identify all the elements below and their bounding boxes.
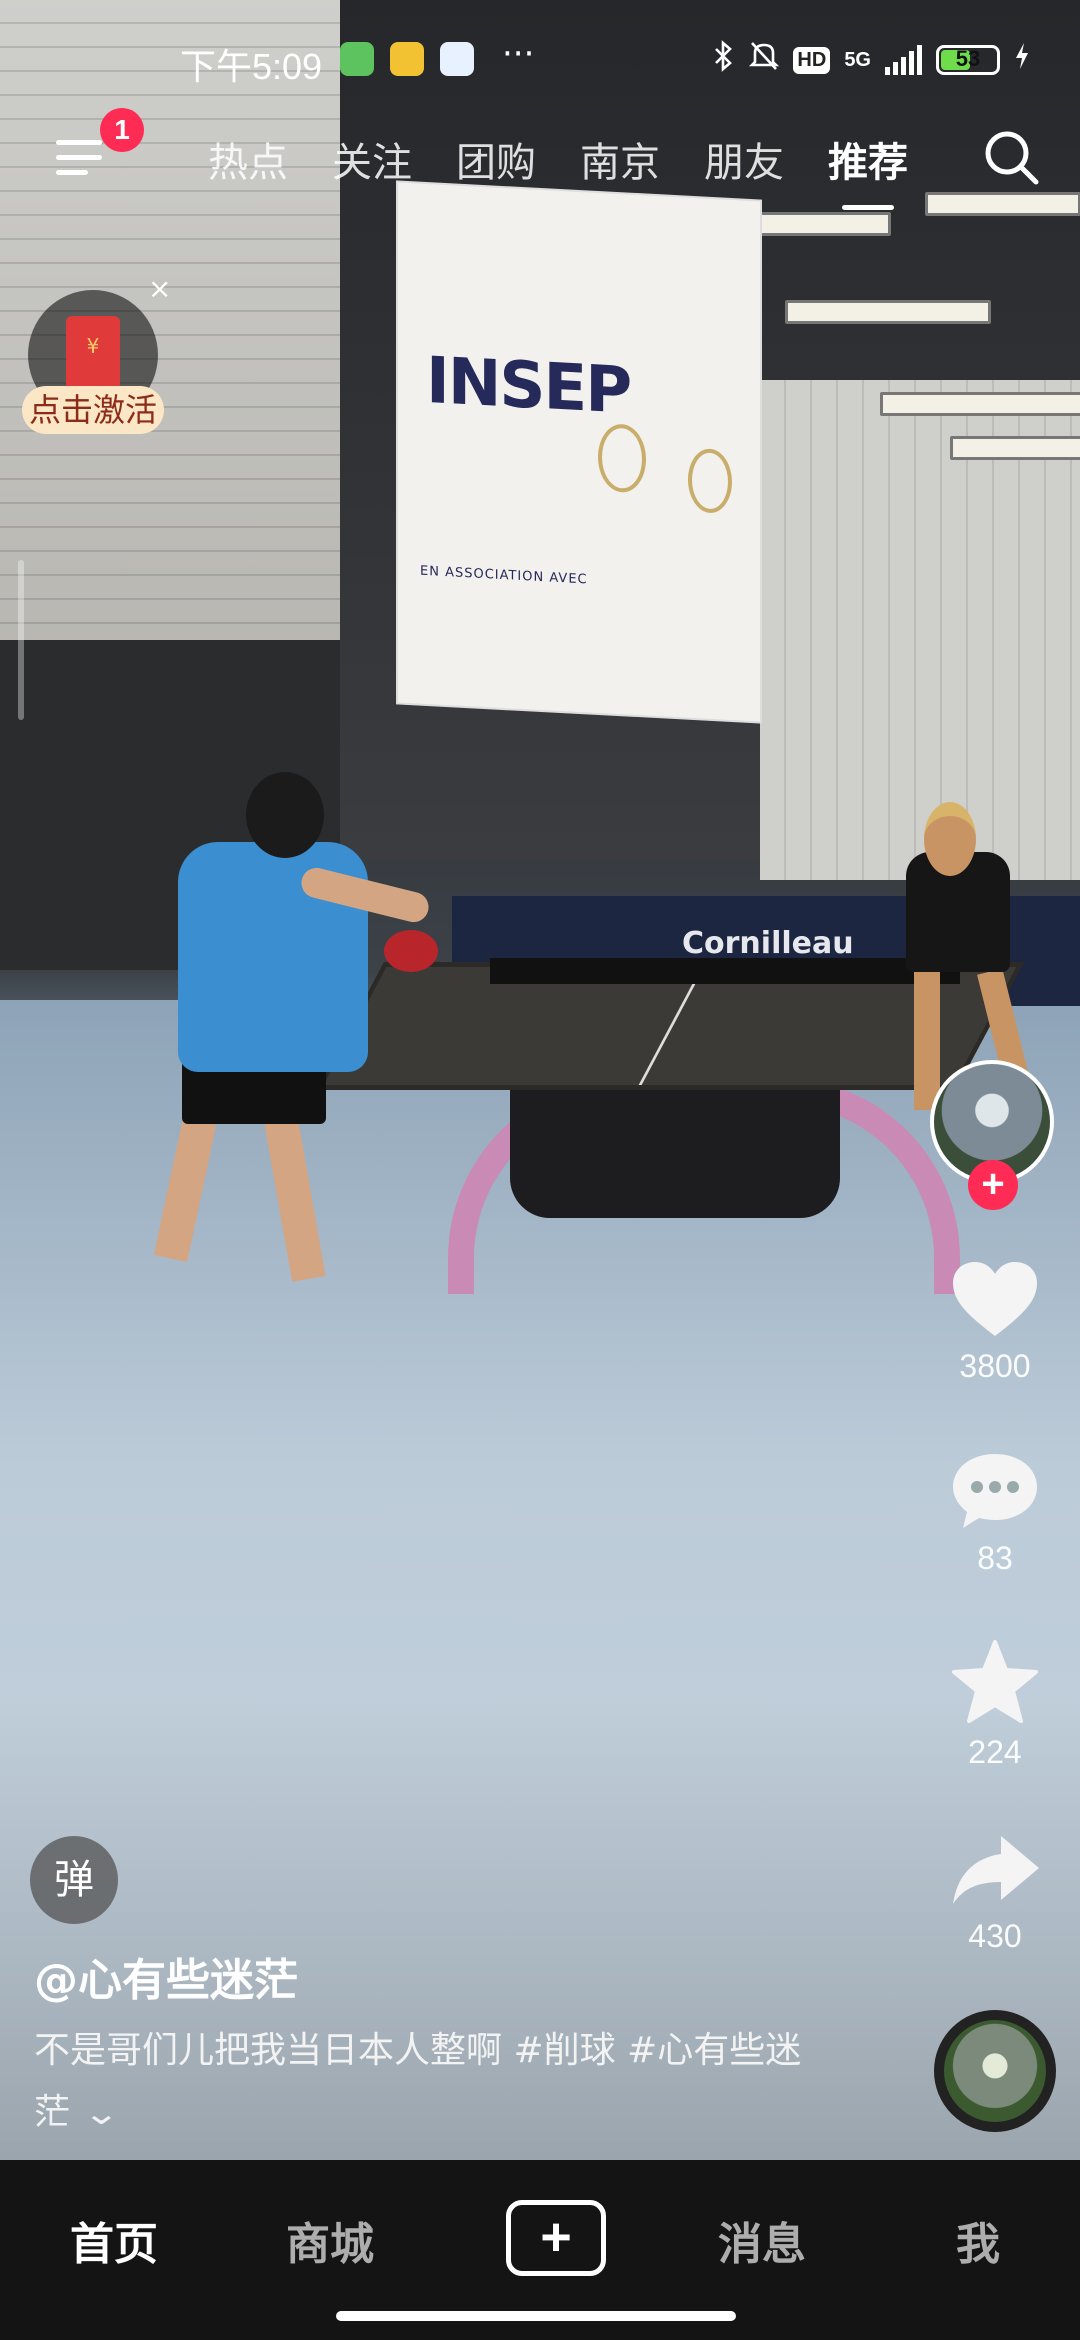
star-icon (952, 1640, 1038, 1723)
player-right-head (924, 802, 976, 876)
table-base (510, 1078, 840, 1218)
comment-count: 83 (977, 1540, 1013, 1576)
tab-nanjing[interactable]: 南京 (580, 130, 660, 188)
like-button[interactable]: 3800 (930, 1258, 1060, 1385)
nav-mall[interactable]: 商城 (286, 2208, 374, 2272)
tab-group-buy[interactable]: 团购 (456, 130, 536, 188)
comment-button[interactable]: 83 (930, 1450, 1060, 1577)
player-right-leg (914, 970, 940, 1110)
tab-friends[interactable]: 朋友 (704, 130, 784, 188)
mute-bell-icon (749, 40, 780, 80)
create-button[interactable]: + (506, 2200, 606, 2276)
share-button[interactable]: 430 (930, 1830, 1060, 1955)
wechat-icon (340, 42, 374, 76)
status-right: HD 5G 53 (713, 40, 1030, 80)
video-player[interactable]: INSEP EN ASSOCIATION AVEC Cornilleau (0, 0, 1080, 2160)
player-left-head (246, 772, 324, 858)
tab-following[interactable]: 关注 (332, 130, 412, 188)
close-icon[interactable]: × (148, 272, 171, 305)
comment-icon (953, 1454, 1037, 1528)
favorite-button[interactable]: 224 (930, 1638, 1060, 1771)
paris-logo (598, 422, 646, 494)
top-nav: 1 热点 关注 团购 南京 朋友 推荐 (0, 108, 1080, 210)
ceiling-light (880, 392, 1080, 416)
red-envelope-icon (66, 316, 120, 390)
more-notifications-icon: ··· (502, 34, 535, 74)
share-count: 430 (968, 1918, 1022, 1954)
battery-level: 53 (955, 46, 981, 71)
nav-messages[interactable]: 消息 (718, 2208, 806, 2272)
banner-title: INSEP (426, 343, 631, 429)
home-indicator[interactable] (336, 2311, 736, 2321)
status-time: 下午5:09 (180, 46, 323, 87)
favorite-count: 224 (968, 1734, 1022, 1770)
post-caption[interactable]: 不是哥们儿把我当日本人整啊 #削球 #心有些迷茫 ⌄ (34, 2020, 834, 2144)
status-bar: 下午5:09 ··· HD 5G 53 (0, 30, 1080, 90)
red-packet-widget[interactable]: 点击激活 (22, 286, 164, 446)
side-handle[interactable] (18, 560, 24, 720)
nav-home[interactable]: 首页 (70, 2208, 158, 2272)
music-disc[interactable] (934, 2010, 1056, 2132)
charging-icon (1014, 42, 1030, 78)
ceiling-light (950, 436, 1080, 460)
paddle (384, 930, 438, 972)
search-icon[interactable] (982, 128, 1040, 186)
battery-icon: 53 (936, 45, 1000, 75)
like-count: 3800 (959, 1348, 1031, 1384)
banner-subtitle: EN ASSOCIATION AVEC (420, 563, 588, 588)
author-username[interactable]: @心有些迷茫 (34, 1944, 298, 2008)
heart-icon (953, 1262, 1037, 1336)
network-type: 5G (844, 49, 871, 71)
danmaku-toggle[interactable]: 弹 (30, 1836, 118, 1924)
signal-icon (885, 45, 922, 75)
hd-voice-icon: HD (793, 46, 831, 74)
red-packet-label: 点击激活 (22, 386, 164, 434)
feed-tabs: 热点 关注 团购 南京 朋友 推荐 (208, 130, 908, 210)
baidu-netdisk-icon (440, 42, 474, 76)
share-arrow-icon (953, 1836, 1039, 1904)
paralympic-logo (688, 447, 732, 515)
menu-icon[interactable] (56, 140, 102, 180)
follow-button[interactable]: + (968, 1160, 1018, 1210)
app-root: INSEP EN ASSOCIATION AVEC Cornilleau 下午5… (0, 0, 1080, 2340)
insep-banner: INSEP EN ASSOCIATION AVEC (398, 182, 760, 722)
58-app-icon (390, 42, 424, 76)
bluetooth-icon (713, 40, 735, 80)
barrier-brand: Cornilleau (682, 926, 854, 961)
ceiling-light (785, 300, 991, 324)
tab-trending[interactable]: 热点 (208, 130, 288, 188)
table-net (490, 958, 960, 984)
tab-recommended[interactable]: 推荐 (828, 130, 908, 210)
caption-text: 不是哥们儿把我当日本人整啊 #削球 #心有些迷茫 (34, 2030, 802, 2133)
chevron-down-icon[interactable]: ⌄ (83, 2082, 121, 2144)
nav-me[interactable]: 我 (956, 2208, 1000, 2272)
menu-badge: 1 (100, 108, 144, 152)
